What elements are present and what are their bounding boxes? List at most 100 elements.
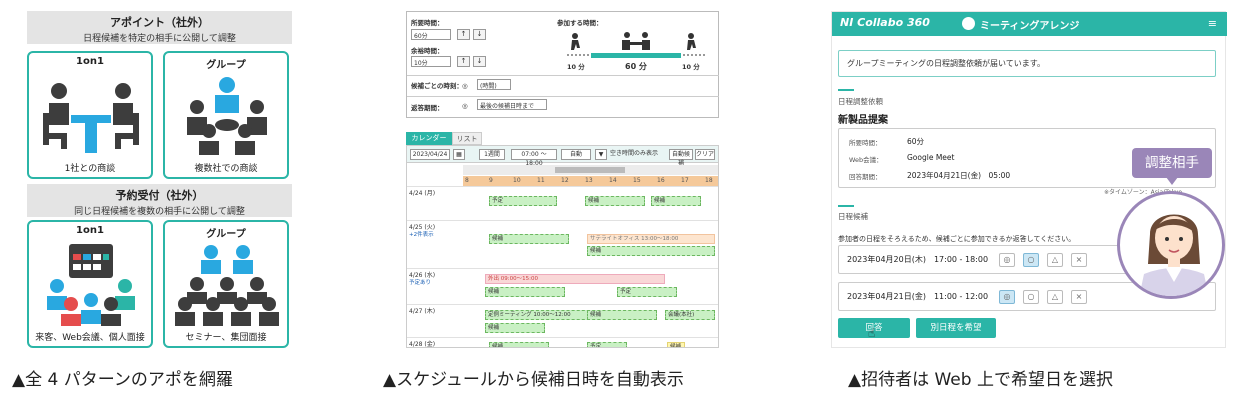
help-icon[interactable]: ◎ [462, 82, 468, 90]
calendar-event[interactable]: 予定 [587, 342, 627, 347]
appointment-section-header: アポイント（社外） 日程候補を特定の相手に公開して調整 [27, 11, 292, 44]
calendar-event[interactable]: 候補 [489, 342, 549, 347]
calendar-event[interactable]: 候補 [485, 287, 565, 297]
card-caption: 複数社での商談 [194, 164, 258, 174]
date-input[interactable]: 2023/04/24 [410, 149, 450, 160]
section-subtitle: 日程候補を特定の相手に公開して調整 [83, 34, 236, 44]
candidates-section-title: 日程候補 [838, 212, 868, 221]
pattern-card-group-reservation: グループ セミナー、集団面接 [163, 220, 289, 348]
meeting-title: 新製品提案 [838, 115, 888, 126]
up-arrow-icon[interactable]: ↑ [457, 29, 470, 40]
slot-datetime: 2023年04月20日(木) 17:00 - 18:00 [847, 255, 989, 264]
card-caption: セミナー、集団面接 [185, 333, 267, 343]
required-time-label: 所要時間： [411, 19, 444, 27]
caption-auto-display: ▲スケジュールから候補日時を自動表示 [383, 370, 684, 390]
schedule-auto-candidate-panel: 所要時間： 60分 ↑ ↓ 余裕時間： 10分 ↑ ↓ 参加する時間： 10 分… [406, 11, 719, 348]
deadline-label: 返答期間： [411, 104, 444, 112]
app-header: NI Collabo 360 ミーティングアレンジ ≡ [832, 12, 1227, 36]
schedule-calendar: 2023/04/24 ▦ 1週間 07:00 ～ 18:00 自動 ▼ 空き時間… [406, 145, 719, 348]
tab-calendar[interactable]: カレンダー [406, 132, 452, 145]
day-label: 4/28 (金) [409, 341, 436, 348]
day-sublabel[interactable]: 予定あり [409, 278, 431, 286]
hour-label: 15 [633, 177, 641, 184]
option-double-circle[interactable]: ◎ [999, 290, 1015, 304]
timeline-center-label: 60 分 [625, 62, 647, 71]
up-arrow-icon[interactable]: ↑ [457, 56, 470, 67]
help-icon[interactable]: ◎ [462, 102, 468, 110]
hours-header: 8 9 10 11 12 13 14 15 16 17 18 [463, 176, 718, 186]
calendar-icon[interactable]: ▦ [453, 149, 465, 160]
card-title: 1on1 [76, 225, 104, 236]
option-triangle[interactable]: △ [1047, 253, 1063, 267]
hour-label: 9 [489, 177, 493, 184]
calendar-event[interactable]: 候補 [587, 246, 715, 256]
walking-person-icon [571, 33, 580, 50]
participants-time-label: 参加する時間： [557, 19, 603, 27]
tab-list[interactable]: リスト [452, 132, 482, 145]
brand-logo: NI Collabo 360 [840, 16, 930, 29]
reservation-section-header: 予約受付（社外） 同じ日程候補を複数の相手に公開して調整 [27, 184, 292, 217]
option-cross[interactable]: × [1071, 290, 1087, 304]
calendar-event[interactable]: 外出 09:00～15:00 [485, 274, 665, 284]
app-title: ミーティングアレンジ [980, 21, 1080, 32]
appointment-patterns-panel: アポイント（社外） 日程候補を特定の相手に公開して調整 1on1 1社との商談 … [27, 11, 292, 348]
hour-label: 16 [657, 177, 665, 184]
calendar-event[interactable]: 候補 [585, 196, 645, 206]
invitee-avatar [1117, 191, 1225, 299]
pattern-card-1on1-appointment: 1on1 1社との商談 [27, 51, 153, 179]
hour-label: 12 [561, 177, 569, 184]
detail-value: Google Meet [907, 153, 955, 162]
scrollbar-thumb[interactable] [555, 167, 625, 173]
card-title: 1on1 [76, 56, 104, 67]
day-label: 4/27 (木) [409, 308, 436, 315]
down-arrow-icon[interactable]: ↓ [473, 56, 486, 67]
calendar-event[interactable]: 予定 [617, 287, 677, 297]
calendar-event[interactable]: サテライトオフィス 13:00～18:00 [587, 234, 715, 244]
calendar-event[interactable]: 会議(本社) [665, 310, 715, 320]
section-subtitle: 同じ日程候補を複数の相手に公開して調整 [74, 207, 245, 217]
request-section-title: 日程調整依頼 [838, 97, 883, 106]
card-title: グループ [206, 60, 246, 71]
calendar-event[interactable]: 候補 [489, 234, 569, 244]
autofill-button[interactable]: 自動 [561, 149, 591, 160]
calendar-event[interactable]: 定例ミーティング 10:00～12:00 [485, 310, 595, 320]
option-circle[interactable]: ○ [1023, 253, 1039, 267]
free-only-checkbox[interactable]: 空き時間のみ表示 [610, 149, 668, 160]
per-candidate-select[interactable]: (時間) [477, 79, 511, 90]
calendar-event[interactable]: 予定 [489, 196, 557, 206]
walking-person-icon [687, 33, 696, 50]
hour-label: 10 [513, 177, 521, 184]
range-select[interactable]: 1週間 [479, 149, 505, 160]
card-caption: 来客、Web会議、個人面接 [35, 333, 145, 343]
seminar-icon [175, 245, 279, 326]
option-double-circle[interactable]: ◎ [999, 253, 1015, 267]
buffer-time-select[interactable]: 10分 [411, 56, 451, 67]
meeting-icon [622, 32, 650, 50]
meeting-settings-form: 所要時間： 60分 ↑ ↓ 余裕時間： 10分 ↑ ↓ 参加する時間： 10 分… [406, 11, 719, 118]
time-range-input[interactable]: 07:00 ～ 18:00 [511, 149, 557, 167]
hour-label: 8 [465, 177, 469, 184]
request-other-date-button[interactable]: 別日程を希望 [916, 318, 996, 338]
option-cross[interactable]: × [1071, 253, 1087, 267]
calendar-event[interactable]: 候補 [485, 323, 545, 333]
hour-label: 17 [681, 177, 689, 184]
day-sublabel[interactable]: +2件表示 [409, 230, 434, 238]
hour-label: 11 [537, 177, 545, 184]
clear-button[interactable]: クリア [695, 149, 715, 160]
filter-icon[interactable]: ▼ [595, 149, 607, 160]
calendar-event[interactable]: 候補 [651, 196, 701, 206]
pattern-card-1on1-reservation: 1on1 来客、Web会議、個人面接 [27, 220, 153, 348]
down-arrow-icon[interactable]: ↓ [473, 29, 486, 40]
calendar-event[interactable]: 候補 [587, 310, 657, 320]
hour-label: 18 [705, 177, 713, 184]
caption-web-select: ▲招待者は Web 上で希望日を選択 [848, 370, 1113, 390]
group-meeting-icon [187, 77, 267, 155]
option-triangle[interactable]: △ [1047, 290, 1063, 304]
calendar-event[interactable]: 候補 [667, 342, 685, 347]
required-time-select[interactable]: 60分 [411, 29, 451, 40]
auto-candidate-button[interactable]: 自動候補 [669, 149, 693, 167]
hamburger-menu-icon[interactable]: ≡ [1208, 17, 1217, 30]
deadline-select[interactable]: 最後の候補日時まで [477, 99, 547, 110]
hand-cursor-icon: ☝ [868, 326, 876, 340]
option-circle[interactable]: ○ [1023, 290, 1039, 304]
